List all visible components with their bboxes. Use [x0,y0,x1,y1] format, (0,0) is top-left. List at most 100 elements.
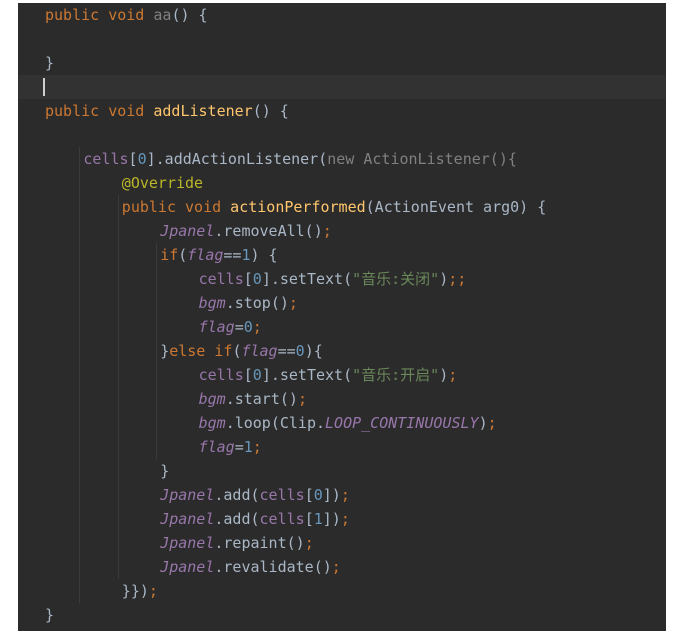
code-token: .removeAll() [214,222,323,240]
code-token: } [45,606,55,624]
code-line[interactable]: }else if(flag==0){ [160,339,323,363]
code-token: void [185,198,222,216]
code-line[interactable]: public void actionPerformed(ActionEvent … [122,195,546,219]
code-token: "音乐:开启" [352,366,440,384]
code-token: 0 [243,318,253,336]
code-token: ; [340,510,350,528]
code-token: == [277,342,296,360]
code-token: public [121,198,176,216]
code-line[interactable]: } [45,603,54,627]
code-line[interactable]: Jpanel.add(cells[1]); [160,507,350,531]
code-token: ) [439,270,449,288]
code-token: Jpanel [160,222,215,240]
code-token: } [160,462,170,480]
code-editor[interactable]: public void aa() {} public void addListen… [18,3,666,631]
code-token: void [108,6,145,24]
code-token: 1 [241,246,251,264]
code-line[interactable]: Jpanel.removeAll(); [160,219,332,243]
code-token: void [108,102,145,120]
code-token: () { [171,6,208,24]
code-line[interactable]: Jpanel.repaint(); [160,531,314,555]
code-token: } [160,342,170,360]
code-token: else [169,342,206,360]
code-line[interactable]: flag=0; [199,315,262,339]
code-token: } [45,54,55,72]
code-token: [ [243,270,253,288]
code-token: ; [288,294,298,312]
code-token: 0 [313,486,323,504]
code-line[interactable]: } [45,51,54,75]
code-token: .add( [214,486,260,504]
code-token: .repaint() [214,534,305,552]
code-token: ; [148,582,158,600]
code-token: actionPerformed [230,198,366,216]
code-token: public [45,6,100,24]
code-token: new ActionListener(){ [327,150,517,168]
code-token: ]) [322,510,341,528]
code-line[interactable]: } [160,459,169,483]
code-token: if [160,246,179,264]
code-line[interactable]: cells[0].setText("音乐:开启"); [199,363,458,387]
code-token: ; [252,438,262,456]
code-token: 1 [243,438,253,456]
code-line[interactable]: @Override [122,171,203,195]
code-token: }}) [121,582,149,600]
code-token: .revalidate() [214,558,332,576]
code-token: [ [304,486,314,504]
code-token: 0 [137,150,147,168]
code-token: [ [304,510,314,528]
code-token: .add( [214,510,260,528]
code-token: 0 [295,342,305,360]
code-token: = [234,438,244,456]
indent-guide [79,147,81,603]
code-token: @Override [121,174,204,192]
code-token: ; [252,318,262,336]
code-token: cells [198,270,244,288]
code-line[interactable]: cells[0].addActionListener(new ActionLis… [83,147,517,171]
code-token: Jpanel [160,510,215,528]
code-token: flag [187,246,224,264]
code-token: (ActionEvent arg0) { [365,198,547,216]
code-token: ; [304,534,314,552]
code-token: .loop(Clip. [225,414,326,432]
code-token: ) [478,414,488,432]
code-line[interactable]: }}); [122,579,158,603]
code-token: () { [252,102,289,120]
code-token: 0 [252,270,262,288]
code-token: cells [198,366,244,384]
code-line[interactable]: flag=1; [199,435,262,459]
code-token: "音乐:关闭" [352,270,440,288]
code-token: ].setText( [261,366,353,384]
code-line[interactable]: public void aa() { [45,3,208,27]
code-line[interactable]: bgm.loop(Clip.LOOP_CONTINUOUSLY); [199,411,497,435]
code-token: if [214,342,233,360]
code-token: ) { [250,246,278,264]
code-token: ; [322,222,332,240]
code-token: bgm [198,390,226,408]
current-line-highlight [18,75,666,99]
code-token: == [223,246,242,264]
code-line[interactable]: bgm.start(); [199,387,307,411]
code-token: Jpanel [160,486,215,504]
code-token: ; [340,486,350,504]
code-line[interactable]: cells[0].setText("音乐:关闭");; [199,267,467,291]
code-token: ) [439,366,449,384]
code-token: [ [128,150,138,168]
code-token: ; [331,558,341,576]
code-line[interactable]: bgm.stop(); [199,291,298,315]
code-token: ; [487,414,497,432]
indent-guide [117,195,119,579]
code-token: bgm [198,294,226,312]
code-token: .start() [225,390,298,408]
code-token: aa [153,6,172,24]
code-line[interactable]: public void addListener() { [45,99,289,123]
code-token: bgm [198,414,226,432]
code-token: cells [259,510,305,528]
code-line[interactable]: Jpanel.revalidate(); [160,555,341,579]
code-token: ){ [304,342,323,360]
code-token: [ [243,366,253,384]
code-line[interactable]: Jpanel.add(cells[0]); [160,483,350,507]
code-line[interactable]: if(flag==1) { [160,243,277,267]
